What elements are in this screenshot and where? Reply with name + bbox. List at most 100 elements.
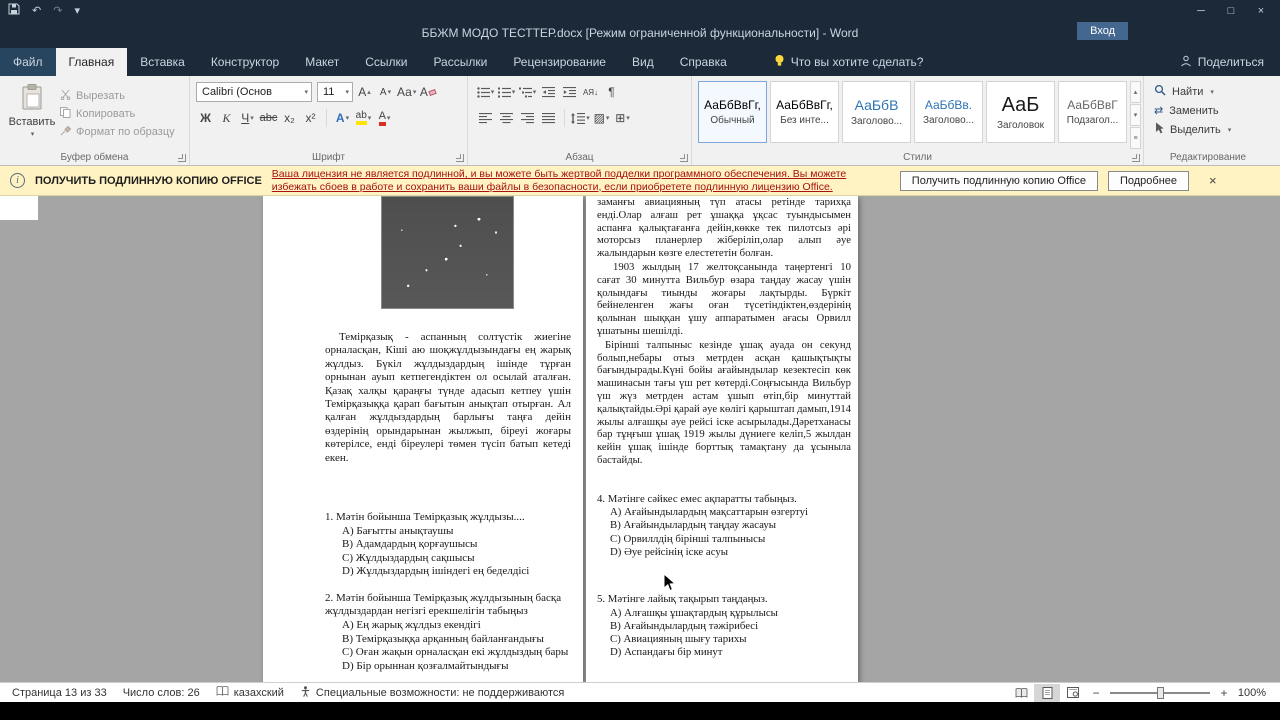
minimize-icon[interactable]: ─ xyxy=(1186,2,1216,20)
redo-icon[interactable]: ↷ xyxy=(53,4,62,18)
styles-group-label: Стили xyxy=(903,152,932,163)
save-icon[interactable] xyxy=(8,3,20,19)
highlight-color-button[interactable]: ab ▾ xyxy=(354,108,373,128)
style-card-no-spacing[interactable]: АаБбВвГг, Без инте... xyxy=(770,81,839,143)
page-number-indicator[interactable]: Страница 13 из 33 xyxy=(4,687,115,699)
clipboard-dialog-launcher[interactable] xyxy=(178,154,186,162)
gallery-more-icon[interactable]: ≡ xyxy=(1130,127,1141,149)
shading-button[interactable]: ▨ ▾ xyxy=(592,108,611,128)
print-layout-button[interactable] xyxy=(1034,683,1060,702)
bullets-button[interactable]: ▾ xyxy=(476,82,495,102)
word-count-indicator[interactable]: Число слов: 26 xyxy=(115,687,208,699)
font-color-button[interactable]: А ▾ xyxy=(375,108,394,128)
zoom-level[interactable]: 100% xyxy=(1234,687,1276,699)
language-label: казахский xyxy=(233,686,284,699)
clear-formatting-button[interactable]: А xyxy=(418,82,437,102)
sign-in-button[interactable]: Вход xyxy=(1077,22,1128,40)
zoom-in-button[interactable]: + xyxy=(1214,686,1234,700)
font-dialog-launcher[interactable] xyxy=(456,154,464,162)
tell-me-box[interactable]: Что вы хотите сделать? xyxy=(774,48,924,76)
align-right-button[interactable] xyxy=(518,108,537,128)
style-card-normal[interactable]: АаБбВвГг, Обычный xyxy=(698,81,767,143)
document-page-left[interactable]: Темірқазық - аспанның солтүстік жиегіне … xyxy=(263,196,583,682)
italic-button[interactable]: К xyxy=(217,108,236,128)
status-bar: Страница 13 из 33 Число слов: 26 казахск… xyxy=(0,682,1280,702)
tab-file[interactable]: Файл xyxy=(0,48,56,76)
text-effects-button[interactable]: А ▾ xyxy=(333,108,352,128)
align-center-button[interactable] xyxy=(497,108,516,128)
grow-font-button[interactable]: А ▴ xyxy=(355,82,374,102)
tab-help[interactable]: Справка xyxy=(667,48,740,76)
style-card-heading2[interactable]: АаБбВв. Заголово... xyxy=(914,81,983,143)
borders-button[interactable]: ⊞ ▾ xyxy=(613,108,632,128)
find-button[interactable]: Найти ▾ xyxy=(1154,83,1268,100)
replace-button[interactable]: ⇄ Заменить xyxy=(1154,102,1268,119)
gallery-scroll-up-icon[interactable]: ▴ xyxy=(1130,81,1141,103)
align-left-button[interactable] xyxy=(476,108,495,128)
word-window: ↶ ↷ ▾ ББЖМ МОДО ТЕСТТЕР.docx [Режим огра… xyxy=(0,0,1280,720)
line-spacing-button[interactable]: ▾ xyxy=(571,108,590,128)
pilcrow-button[interactable]: ¶ xyxy=(602,82,621,102)
tab-insert[interactable]: Вставка xyxy=(127,48,198,76)
answer-option: В) Ағайындылардың тәжірибесі xyxy=(610,619,759,632)
learn-more-button[interactable]: Подробнее xyxy=(1107,170,1190,191)
superscript-button[interactable]: x² xyxy=(301,108,320,128)
font-name-combobox[interactable]: Calibri (Основ ▾ xyxy=(196,82,312,102)
change-case-button[interactable]: Аа ▾ xyxy=(397,82,416,102)
tab-home[interactable]: Главная xyxy=(55,48,128,76)
style-card-title[interactable]: АаБ Заголовок xyxy=(986,81,1055,143)
tab-references[interactable]: Ссылки xyxy=(352,48,420,76)
undo-icon[interactable]: ↶ xyxy=(32,4,41,18)
paste-label: Вставить xyxy=(8,116,56,128)
license-warning-bar: i ПОЛУЧИТЬ ПОДЛИННУЮ КОПИЮ OFFICE Ваша л… xyxy=(0,166,1280,196)
document-page-right[interactable]: заманғы авиацияның түп атасы ретінде тар… xyxy=(586,196,858,682)
web-layout-button[interactable] xyxy=(1060,684,1086,702)
close-icon[interactable]: × xyxy=(1246,2,1276,20)
copy-button[interactable]: Копировать xyxy=(60,105,175,122)
multilevel-list-button[interactable]: ▾ xyxy=(518,82,537,102)
tab-review[interactable]: Рецензирование xyxy=(500,48,619,76)
language-indicator[interactable]: казахский xyxy=(208,685,292,699)
style-card-heading1[interactable]: АаБбВ Заголово... xyxy=(842,81,911,143)
numbering-button[interactable]: ▾ xyxy=(497,82,516,102)
close-banner-icon[interactable]: × xyxy=(1203,173,1223,188)
get-genuine-office-button[interactable]: Получить подлинную копию Office xyxy=(899,170,1098,191)
statusbar-right: − + 100% xyxy=(1008,683,1276,702)
tab-mailings[interactable]: Рассылки xyxy=(420,48,500,76)
share-button[interactable]: Поделиться xyxy=(1180,48,1264,76)
sort-button[interactable]: АЯ↓ xyxy=(581,82,600,102)
tab-view[interactable]: Вид xyxy=(619,48,667,76)
zoom-out-button[interactable]: − xyxy=(1086,686,1106,700)
paste-button[interactable]: Вставить ▾ xyxy=(4,80,60,149)
tell-me-label: Что вы хотите сделать? xyxy=(790,55,924,69)
bold-button[interactable]: Ж xyxy=(196,108,215,128)
zoom-handle[interactable] xyxy=(1157,686,1164,699)
increase-indent-button[interactable] xyxy=(560,82,579,102)
justify-button[interactable] xyxy=(539,108,558,128)
maximize-icon[interactable]: □ xyxy=(1216,2,1246,20)
read-mode-button[interactable] xyxy=(1008,684,1034,702)
tab-design[interactable]: Конструктор xyxy=(198,48,292,76)
mouse-cursor xyxy=(663,573,676,592)
subscript-button[interactable]: x₂ xyxy=(280,108,299,128)
format-painter-button[interactable]: Формат по образцу xyxy=(60,123,175,140)
strikethrough-button[interactable]: abc xyxy=(259,108,278,128)
zoom-slider[interactable] xyxy=(1110,686,1210,699)
underline-button[interactable]: Ч ▾ xyxy=(238,108,257,128)
qat-customize-icon[interactable]: ▾ xyxy=(74,4,80,18)
tab-layout[interactable]: Макет xyxy=(292,48,352,76)
dropdown-icon: ▾ xyxy=(250,115,254,122)
document-area: Темірқазық - аспанның солтүстік жиегіне … xyxy=(0,196,1280,682)
cut-button[interactable]: Вырезать xyxy=(60,87,175,104)
shrink-font-button[interactable]: А ▾ xyxy=(376,82,395,102)
brush-icon xyxy=(60,125,72,139)
gallery-scroll-down-icon[interactable]: ▾ xyxy=(1130,104,1141,126)
font-size-combobox[interactable]: 11 ▾ xyxy=(317,82,353,102)
style-name: Обычный xyxy=(710,115,755,126)
select-button[interactable]: Выделить ▾ xyxy=(1154,121,1268,138)
style-card-subtitle[interactable]: АаБбВвГ Подзагол... xyxy=(1058,81,1127,143)
accessibility-indicator[interactable]: Специальные возможности: не поддерживают… xyxy=(292,685,572,700)
paragraph-dialog-launcher[interactable] xyxy=(680,154,688,162)
decrease-indent-button[interactable] xyxy=(539,82,558,102)
styles-dialog-launcher[interactable] xyxy=(1132,154,1140,162)
